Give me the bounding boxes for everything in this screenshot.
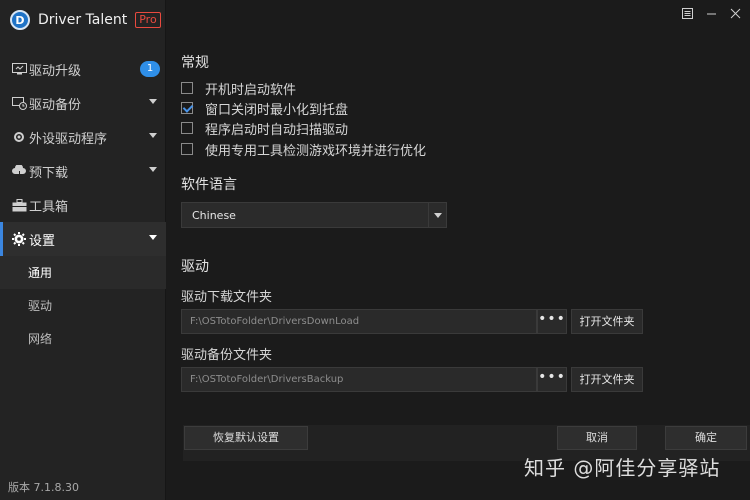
open-backup-folder-button[interactable]: 打开文件夹	[571, 367, 643, 392]
backup-clock-icon	[11, 95, 27, 111]
window-controls	[680, 6, 742, 20]
option-start-on-boot[interactable]: 开机时启动软件	[181, 79, 297, 98]
open-download-folder-button[interactable]: 打开文件夹	[571, 309, 643, 334]
app-window: D Driver Talent Pro 驱动升级 1 驱动备份 外设驱动程序 预…	[0, 0, 750, 500]
settings-panel: 常规 开机时启动软件 窗口关闭时最小化到托盘 程序启动时自动扫描驱动 使用专用工…	[167, 0, 750, 500]
sidebar-subitem-driver[interactable]: 驱动	[0, 289, 166, 322]
sidebar: D Driver Talent Pro 驱动升级 1 驱动备份 外设驱动程序 预…	[0, 0, 166, 500]
ok-button[interactable]: 确定	[665, 426, 747, 450]
minimize-icon[interactable]	[704, 6, 718, 20]
driver-section-title: 驱动	[181, 259, 209, 275]
checkbox[interactable]	[181, 143, 193, 155]
chevron-down-icon	[433, 212, 442, 218]
reset-defaults-button[interactable]: 恢复默认设置	[184, 426, 308, 450]
option-game-optimize[interactable]: 使用专用工具检测游戏环境并进行优化	[181, 140, 427, 159]
pro-badge: Pro	[135, 12, 161, 28]
toolbox-icon	[11, 197, 27, 213]
sidebar-item-label: 驱动备份	[29, 97, 82, 113]
sidebar-item-label: 驱动升级	[29, 63, 82, 79]
sidebar-item-label: 预下载	[29, 165, 69, 181]
option-label: 开机时启动软件	[205, 82, 297, 98]
chevron-down-icon	[149, 235, 157, 240]
sidebar-item-driver-update[interactable]: 驱动升级 1	[0, 52, 166, 86]
cloud-download-icon	[11, 163, 27, 179]
sidebar-item-settings[interactable]: 设置	[0, 222, 166, 256]
sidebar-item-driver-backup[interactable]: 驱动备份	[0, 86, 166, 120]
settings-icon	[11, 231, 27, 247]
dropdown-toggle[interactable]	[428, 203, 446, 227]
chevron-down-icon	[149, 167, 157, 172]
download-folder-input[interactable]: F:\OSTotoFolder\DriversDownLoad	[181, 309, 537, 334]
option-label: 程序启动时自动扫描驱动	[205, 122, 349, 138]
app-name: Driver Talent	[38, 12, 128, 28]
gear-icon	[11, 129, 27, 145]
general-section-title: 常规	[181, 55, 209, 71]
chevron-down-icon	[149, 99, 157, 104]
app-logo-icon: D	[10, 10, 30, 30]
checkbox-checked[interactable]	[181, 102, 193, 114]
language-selected-value: Chinese	[192, 208, 236, 222]
checkbox[interactable]	[181, 82, 193, 94]
brand: D Driver Talent Pro	[10, 8, 161, 32]
watermark-text: 知乎 @阿佳分享驿站	[524, 456, 721, 480]
language-select[interactable]: Chinese	[181, 202, 447, 228]
sidebar-item-peripheral-drivers[interactable]: 外设驱动程序	[0, 120, 166, 154]
menu-icon[interactable]	[680, 6, 694, 20]
monitor-icon	[11, 61, 27, 77]
close-icon[interactable]	[728, 6, 742, 20]
sidebar-item-label: 外设驱动程序	[29, 131, 108, 147]
backup-folder-input[interactable]: F:\OSTotoFolder\DriversBackup	[181, 367, 537, 392]
sidebar-item-toolbox[interactable]: 工具箱	[0, 188, 166, 222]
sidebar-nav: 驱动升级 1 驱动备份 外设驱动程序 预下载 工具箱 设置 通用 驱动 网络	[0, 52, 166, 355]
cancel-button[interactable]: 取消	[557, 426, 637, 450]
sidebar-item-label: 设置	[29, 233, 56, 249]
option-label: 窗口关闭时最小化到托盘	[205, 102, 349, 118]
backup-folder-label: 驱动备份文件夹	[181, 348, 273, 363]
option-minimize-to-tray[interactable]: 窗口关闭时最小化到托盘	[181, 99, 349, 118]
browse-download-button[interactable]: •••	[537, 309, 567, 334]
browse-backup-button[interactable]: •••	[537, 367, 567, 392]
sidebar-subitem-network[interactable]: 网络	[0, 322, 166, 355]
chevron-down-icon	[149, 133, 157, 138]
version-label: 版本 7.1.8.30	[8, 481, 79, 494]
sidebar-subitem-general[interactable]: 通用	[0, 256, 166, 289]
language-section-title: 软件语言	[181, 177, 237, 193]
sidebar-item-predownload[interactable]: 预下载	[0, 154, 166, 188]
checkbox[interactable]	[181, 122, 193, 134]
option-auto-scan[interactable]: 程序启动时自动扫描驱动	[181, 119, 349, 138]
update-count-badge: 1	[140, 61, 160, 77]
download-folder-label: 驱动下载文件夹	[181, 290, 273, 305]
sidebar-item-label: 工具箱	[29, 199, 69, 215]
option-label: 使用专用工具检测游戏环境并进行优化	[205, 143, 427, 159]
